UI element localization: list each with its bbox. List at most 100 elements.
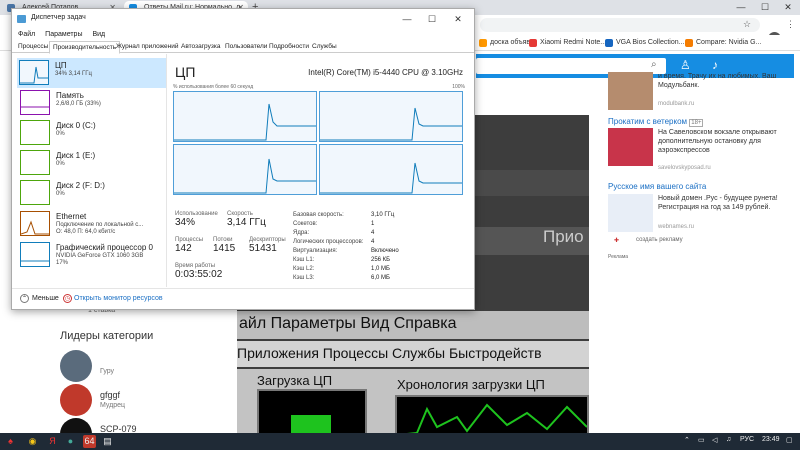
ad-image[interactable] bbox=[608, 128, 653, 166]
yandex-icon[interactable]: Я bbox=[46, 435, 59, 448]
resource-sub-line2: О: 48,0 П: 64,0 кбит/с bbox=[56, 229, 116, 235]
bookmark-2[interactable]: Xiaomi Redmi Note... bbox=[528, 36, 606, 50]
chevron-up-icon[interactable]: ⌃ bbox=[20, 294, 29, 303]
star-icon[interactable]: ☆ bbox=[743, 19, 751, 30]
ad-text[interactable]: и время. Трачу их на любимых. Ваш Модуль… bbox=[658, 72, 798, 90]
leaders-heading: Лидеры категории bbox=[60, 330, 154, 342]
tab-details[interactable]: Подробности bbox=[266, 41, 312, 53]
open-resource-monitor-link[interactable]: Открыть монитор ресурсов bbox=[74, 295, 163, 302]
prop-value: 1,0 МБ bbox=[371, 266, 390, 272]
leaders-block: Лидеры категории Гуру gfggf Мудрец SCP-0… bbox=[60, 330, 230, 450]
resource-name: ЦП bbox=[55, 61, 67, 70]
photo-cpu-history-graph bbox=[395, 395, 589, 435]
resource-name: Ethernet bbox=[56, 212, 87, 221]
bookmark-4[interactable]: Compare: Nvidia G... bbox=[684, 36, 761, 50]
tm-close-button[interactable]: ✕ bbox=[446, 11, 470, 27]
resource-sub: 0% bbox=[56, 161, 65, 167]
stat-speed: Скорость 3,14 ГГц bbox=[227, 211, 266, 228]
tab-services[interactable]: Службы bbox=[309, 41, 340, 53]
prop-key: Кэш L1: bbox=[293, 257, 315, 263]
stat-value: 34% bbox=[175, 217, 196, 228]
tm-maximize-button[interactable]: ☐ bbox=[420, 11, 444, 27]
notifications-icon[interactable]: ▢ bbox=[786, 436, 793, 444]
network-icon[interactable]: ▭ bbox=[698, 436, 705, 444]
ad-train[interactable]: На Савеловском вокзале открывают дополни… bbox=[608, 128, 798, 174]
resource-list: ЦП 34% 3,14 ГГц Память 2,6/8,0 ГБ (33%) … bbox=[12, 54, 167, 287]
ad-source[interactable]: savelovskyposad.ru bbox=[658, 165, 711, 171]
yandex-browser-icon[interactable]: ◉ bbox=[26, 435, 39, 448]
prop-key: Кэш L2: bbox=[293, 266, 315, 272]
ad-modulbank[interactable]: и время. Трачу их на любимых. Ваш Модуль… bbox=[608, 72, 798, 112]
menu-options[interactable]: Параметры bbox=[45, 31, 82, 38]
prop-value: 4 bbox=[371, 230, 375, 236]
tab-users[interactable]: Пользователи bbox=[222, 41, 270, 53]
resource-cpu[interactable]: ЦП 34% 3,14 ГГц bbox=[17, 58, 166, 88]
bookmark-favicon-icon bbox=[529, 39, 537, 47]
start-icon[interactable]: ♠ bbox=[4, 435, 17, 448]
windows-taskbar: ♠ ◉ Я ● 64 ▤ ⌃ ▭ ◁ ♫ РУС 23:49 ▢ bbox=[0, 433, 800, 450]
tab-app-history[interactable]: Журнал приложений bbox=[113, 41, 182, 53]
bookmark-3[interactable]: VGA Bios Collection... bbox=[604, 36, 684, 50]
tm-tabs: Процессы Производительность Журнал прило… bbox=[12, 41, 474, 54]
tray-chevron-icon[interactable]: ⌃ bbox=[684, 436, 690, 444]
bookmark-favicon-icon bbox=[685, 39, 693, 47]
avatar[interactable] bbox=[60, 384, 92, 416]
volume-icon[interactable]: ◁ bbox=[712, 436, 717, 444]
kebab-menu-icon[interactable]: ⋮ bbox=[786, 19, 795, 30]
ad-heading-text[interactable]: Прокатим с ветерком bbox=[608, 117, 687, 126]
ad-text[interactable]: Новый домен .Рус - будущее рунета! Регис… bbox=[658, 194, 798, 212]
clock[interactable]: 23:49 bbox=[762, 436, 780, 443]
resource-disk1[interactable]: Диск 1 (E:) 0% bbox=[18, 148, 165, 178]
bookmark-favicon-icon bbox=[605, 39, 613, 47]
resource-name: Графический процессор 0 bbox=[56, 243, 153, 252]
language-indicator[interactable]: РУС bbox=[740, 436, 754, 443]
ads-sidebar: и время. Трачу их на любимых. Ваш Модуль… bbox=[608, 52, 800, 432]
leader-1[interactable]: Гуру bbox=[60, 350, 230, 386]
fewer-details-link[interactable]: Меньше bbox=[32, 295, 59, 302]
tm-minimize-button[interactable]: — bbox=[395, 11, 419, 27]
minimize-browser-button[interactable]: — bbox=[730, 0, 752, 15]
address-bar[interactable] bbox=[480, 18, 760, 32]
ad-heading[interactable]: Прокатим с ветерком 18+ bbox=[608, 117, 704, 127]
prop-value: 6,0 МБ bbox=[371, 275, 390, 281]
ad-source[interactable]: modulbank.ru bbox=[658, 101, 694, 107]
cpu-mini-graph bbox=[19, 60, 49, 85]
menu-view[interactable]: Вид bbox=[92, 31, 105, 38]
prop-key: Кэш L3: bbox=[293, 275, 315, 281]
photo-cpu-load-label: Загрузка ЦП bbox=[257, 373, 333, 388]
tab-performance[interactable]: Производительность bbox=[49, 41, 121, 54]
tm-title: Диспетчер задач bbox=[31, 14, 86, 21]
resource-memory[interactable]: Память 2,6/8,0 ГБ (33%) bbox=[18, 88, 165, 118]
ad-heading[interactable]: Русское имя вашего сайта bbox=[608, 182, 706, 191]
speaker-icon[interactable]: ♫ bbox=[726, 436, 731, 443]
ad-text[interactable]: На Савеловском вокзале открывают дополни… bbox=[658, 128, 798, 155]
task-manager-taskbar-icon[interactable]: ▤ bbox=[101, 435, 114, 448]
menu-file[interactable]: Файл bbox=[18, 31, 35, 38]
prop-key: Ядра: bbox=[293, 230, 310, 236]
chrome-icon[interactable]: ● bbox=[64, 435, 77, 448]
avatar[interactable] bbox=[60, 350, 92, 382]
ad-image[interactable] bbox=[608, 72, 653, 110]
resource-name: Память bbox=[56, 91, 84, 100]
leader-2[interactable]: gfggf Мудрец bbox=[60, 384, 230, 420]
app-64-icon[interactable]: 64 bbox=[83, 435, 96, 448]
leader-name[interactable]: gfggf bbox=[100, 390, 120, 400]
core-graph-3 bbox=[173, 144, 317, 195]
resource-ethernet[interactable]: Ethernet Подключение по локальной с... О:… bbox=[18, 209, 165, 239]
ad-image[interactable] bbox=[608, 194, 653, 232]
graph-caption: % использования более 60 секунд bbox=[173, 84, 254, 90]
ad-domain[interactable]: Новый домен .Рус - будущее рунета! Регис… bbox=[608, 194, 798, 234]
tab-processes[interactable]: Процессы bbox=[15, 41, 51, 53]
create-ad-link[interactable]: создать рекламу bbox=[636, 237, 683, 243]
resource-disk0[interactable]: Диск 0 (C:) 0% bbox=[18, 118, 165, 148]
tab-startup[interactable]: Автозагрузка bbox=[178, 41, 223, 53]
maximize-browser-button[interactable]: ☐ bbox=[754, 0, 776, 15]
close-browser-button[interactable]: ✕ bbox=[777, 0, 799, 15]
tm-titlebar[interactable]: Диспетчер задач — ☐ ✕ bbox=[12, 9, 474, 29]
resource-gpu[interactable]: Графический процессор 0 NVIDIA GeForce G… bbox=[18, 240, 165, 270]
stat-handles: Дескрипторы 51431 bbox=[249, 237, 286, 254]
detail-heading: ЦП bbox=[175, 64, 196, 80]
resource-disk2[interactable]: Диск 2 (F: D:) 0% bbox=[18, 178, 165, 208]
stat-usage: Использование 34% bbox=[175, 211, 218, 228]
ad-source[interactable]: webnames.ru bbox=[658, 224, 694, 230]
